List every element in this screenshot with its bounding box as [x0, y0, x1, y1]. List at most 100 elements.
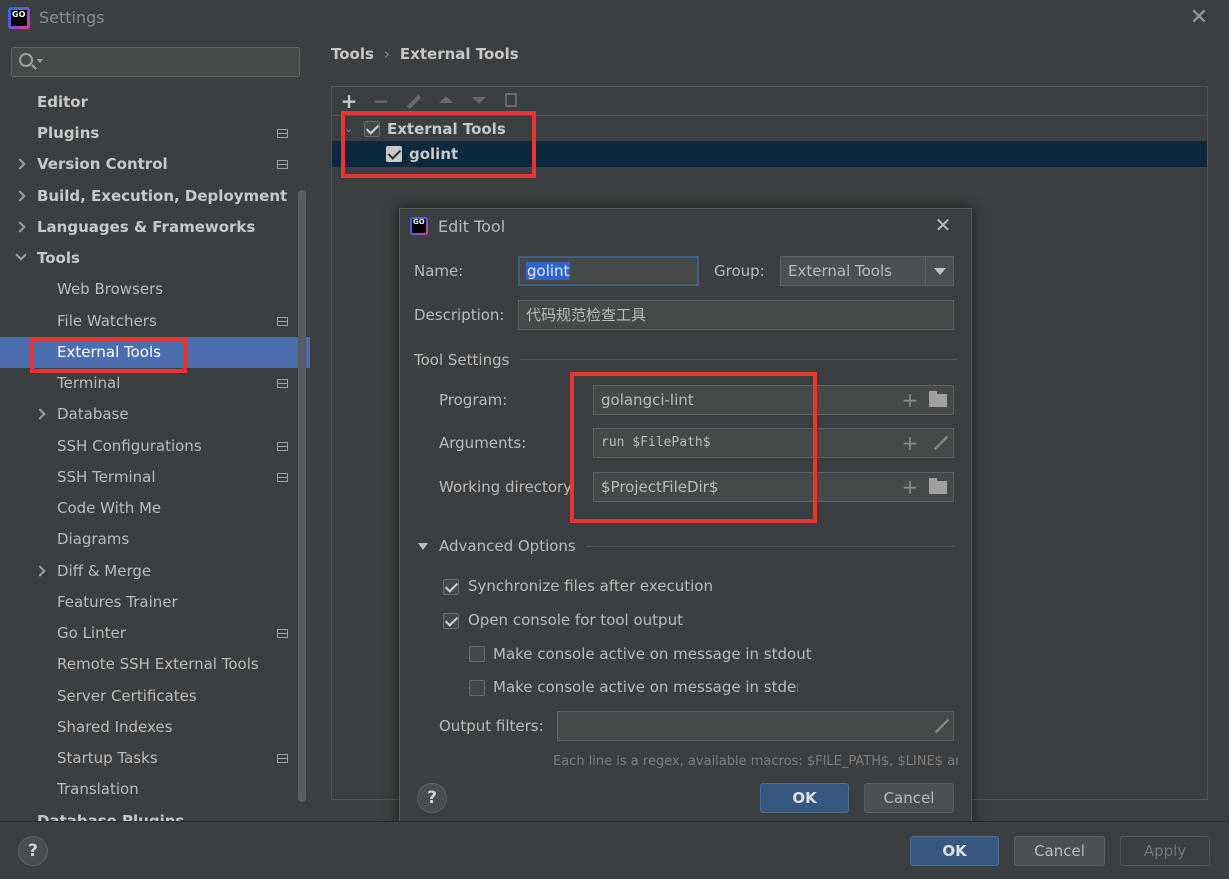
sync-files-checkbox[interactable] — [443, 579, 459, 595]
sidebar-item-languages-frameworks[interactable]: Languages & Frameworks — [0, 212, 310, 243]
highlight-box-tools-tree — [341, 111, 536, 178]
sidebar-item-server-certificates[interactable]: Server Certificates — [0, 681, 310, 712]
sidebar-item-ssh-terminal[interactable]: SSH Terminal — [0, 462, 310, 493]
sidebar-item-tools[interactable]: Tools — [0, 243, 310, 274]
collapse-triangle-icon[interactable] — [418, 543, 428, 550]
arguments-label: Arguments: — [439, 434, 527, 452]
sidebar-item-version-control[interactable]: Version Control — [0, 149, 310, 180]
folder-icon[interactable] — [929, 391, 947, 407]
breadcrumb: Tools › External Tools — [331, 45, 519, 63]
chevron-down-icon[interactable] — [37, 59, 43, 63]
settings-search[interactable] — [11, 47, 300, 77]
sidebar-item-file-watchers[interactable]: File Watchers — [0, 306, 310, 337]
add-icon[interactable]: + — [338, 90, 360, 112]
help-button[interactable]: ? — [18, 836, 48, 866]
breadcrumb-separator: › — [383, 45, 390, 63]
project-level-icon — [277, 317, 288, 326]
move-up-icon[interactable] — [439, 96, 453, 103]
remove-icon[interactable]: − — [370, 90, 392, 112]
breadcrumb-parent[interactable]: Tools — [331, 45, 374, 63]
sidebar-scrollbar[interactable] — [298, 190, 306, 802]
close-icon[interactable]: ✕ — [932, 214, 954, 236]
description-label: Description: — [414, 306, 505, 324]
chevron-down-icon[interactable] — [925, 257, 953, 285]
group-combobox[interactable]: External Tools — [780, 256, 954, 286]
output-filters-hint: Each line is a regex, available macros: … — [553, 754, 958, 769]
working-directory-label: Working directory: — [439, 478, 574, 496]
name-label: Name: — [414, 262, 464, 280]
sidebar-item-database-plugins[interactable]: Database Plugins — [0, 806, 310, 821]
tool-settings-title: Tool Settings — [414, 351, 510, 369]
sidebar-item-code-with-me[interactable]: Code With Me — [0, 493, 310, 524]
apply-button[interactable]: Apply — [1120, 836, 1210, 866]
insert-macro-icon[interactable]: + — [900, 389, 920, 411]
expand-icon[interactable] — [932, 436, 946, 450]
folder-icon[interactable] — [929, 478, 947, 494]
open-console-checkbox[interactable] — [443, 613, 459, 629]
chevron-right-icon[interactable] — [34, 565, 46, 577]
project-level-icon — [277, 754, 288, 763]
output-filters-label: Output filters: — [439, 717, 544, 735]
console-stdout-label: Make console active on message in stdout — [493, 645, 812, 663]
sidebar-item-diff-merge[interactable]: Diff & Merge — [0, 556, 310, 587]
sidebar-item-features-trainer[interactable]: Features Trainer — [0, 587, 310, 618]
sidebar-item-editor[interactable]: Editor — [0, 87, 310, 118]
goland-logo-icon: GO — [8, 7, 30, 29]
settings-footer: ? OK Cancel Apply — [0, 821, 1229, 879]
insert-macro-icon[interactable]: + — [900, 476, 920, 498]
project-level-icon — [277, 442, 288, 451]
sidebar-item-go-linter[interactable]: Go Linter — [0, 618, 310, 649]
dialog-title: Edit Tool — [438, 217, 506, 236]
cancel-button[interactable]: Cancel — [1014, 836, 1105, 866]
open-console-label: Open console for tool output — [468, 611, 683, 629]
sidebar-item-build-execution-deployment[interactable]: Build, Execution, Deployment — [0, 181, 310, 212]
highlight-box-program-settings — [570, 372, 817, 523]
edit-icon[interactable] — [406, 94, 422, 110]
project-level-icon — [277, 473, 288, 482]
output-filters-input[interactable] — [557, 711, 954, 741]
name-input[interactable]: golint — [518, 256, 699, 286]
cancel-button[interactable]: Cancel — [864, 783, 954, 813]
chevron-right-icon[interactable] — [14, 190, 26, 202]
sidebar-item-plugins[interactable]: Plugins — [0, 118, 310, 149]
console-stdout-checkbox[interactable] — [469, 646, 485, 662]
expand-icon[interactable] — [933, 719, 947, 733]
chevron-right-icon[interactable] — [14, 158, 26, 170]
search-input[interactable] — [46, 50, 294, 74]
close-icon[interactable]: ✕ — [1186, 5, 1212, 31]
sync-files-label: Synchronize files after execution — [468, 577, 713, 595]
project-level-icon — [277, 629, 288, 638]
sidebar-item-database[interactable]: Database — [0, 399, 310, 430]
sidebar-item-remote-ssh-external-tools[interactable]: Remote SSH External Tools — [0, 649, 310, 680]
ok-button[interactable]: OK — [760, 783, 849, 813]
settings-tree: Editor Plugins Version Control Build, Ex… — [0, 86, 310, 821]
console-stderr-label: Make console active on message in stderr — [493, 678, 798, 696]
chevron-down-icon[interactable] — [15, 249, 27, 261]
sidebar-item-shared-indexes[interactable]: Shared Indexes — [0, 712, 310, 743]
program-label: Program: — [439, 391, 508, 409]
copy-icon[interactable] — [505, 93, 517, 107]
sidebar-item-diagrams[interactable]: Diagrams — [0, 524, 310, 555]
chevron-right-icon[interactable] — [14, 221, 26, 233]
insert-macro-icon[interactable]: + — [900, 432, 920, 454]
title-bar: GO Settings ✕ — [0, 0, 1229, 36]
highlight-box-external-tools — [30, 338, 187, 373]
window-title: Settings — [39, 8, 105, 27]
search-icon — [19, 53, 33, 67]
project-level-icon — [277, 129, 288, 138]
sidebar-item-ssh-configurations[interactable]: SSH Configurations — [0, 431, 310, 462]
move-down-icon[interactable] — [472, 97, 486, 104]
ok-button[interactable]: OK — [910, 836, 999, 866]
group-label: Group: — [714, 262, 765, 280]
description-input[interactable]: 代码规范检查工具 — [518, 300, 954, 330]
console-stderr-checkbox[interactable] — [469, 680, 485, 696]
divider — [586, 546, 954, 547]
sidebar-item-startup-tasks[interactable]: Startup Tasks — [0, 743, 310, 774]
chevron-right-icon[interactable] — [34, 408, 46, 420]
help-button[interactable]: ? — [417, 783, 447, 813]
sidebar-item-web-browsers[interactable]: Web Browsers — [0, 274, 310, 305]
sidebar-item-translation[interactable]: Translation — [0, 774, 310, 805]
divider — [520, 359, 958, 360]
breadcrumb-current: External Tools — [399, 45, 519, 63]
advanced-options-title[interactable]: Advanced Options — [439, 537, 576, 555]
